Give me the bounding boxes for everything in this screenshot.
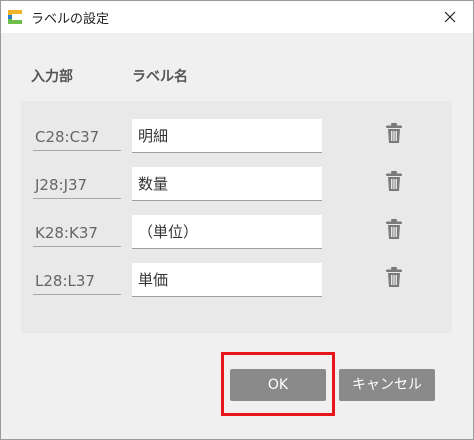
label-settings-dialog: ラベルの設定 入力部 ラベル名 C28:C37 J28:J37	[0, 0, 474, 440]
range-text: L28:L37	[33, 267, 121, 295]
label-input[interactable]	[132, 167, 322, 201]
app-logo-icon	[8, 10, 22, 24]
range-text: J28:J37	[33, 171, 121, 199]
range-text: K28:K37	[33, 219, 121, 247]
label-input[interactable]	[132, 263, 322, 297]
ok-button[interactable]: OK	[230, 369, 326, 401]
label-input[interactable]	[132, 215, 322, 249]
cancel-button[interactable]: キャンセル	[339, 369, 435, 401]
trash-icon[interactable]	[385, 266, 403, 288]
trash-icon[interactable]	[385, 170, 403, 192]
close-button[interactable]	[427, 1, 473, 33]
label-rows-panel: C28:C37 J28:J37	[21, 101, 452, 333]
trash-icon[interactable]	[385, 218, 403, 240]
label-row: C28:C37	[21, 119, 452, 155]
label-row: J28:J37	[21, 167, 452, 203]
trash-icon[interactable]	[385, 122, 403, 144]
title-bar: ラベルの設定	[1, 1, 473, 33]
window-title: ラベルの設定	[31, 12, 110, 27]
header-label-name: ラベル名	[132, 69, 188, 85]
label-row: K28:K37	[21, 215, 452, 251]
close-icon	[444, 11, 456, 23]
label-row: L28:L37	[21, 263, 452, 299]
header-input-part: 入力部	[31, 69, 73, 85]
range-text: C28:C37	[33, 123, 121, 151]
label-input[interactable]	[132, 119, 322, 153]
